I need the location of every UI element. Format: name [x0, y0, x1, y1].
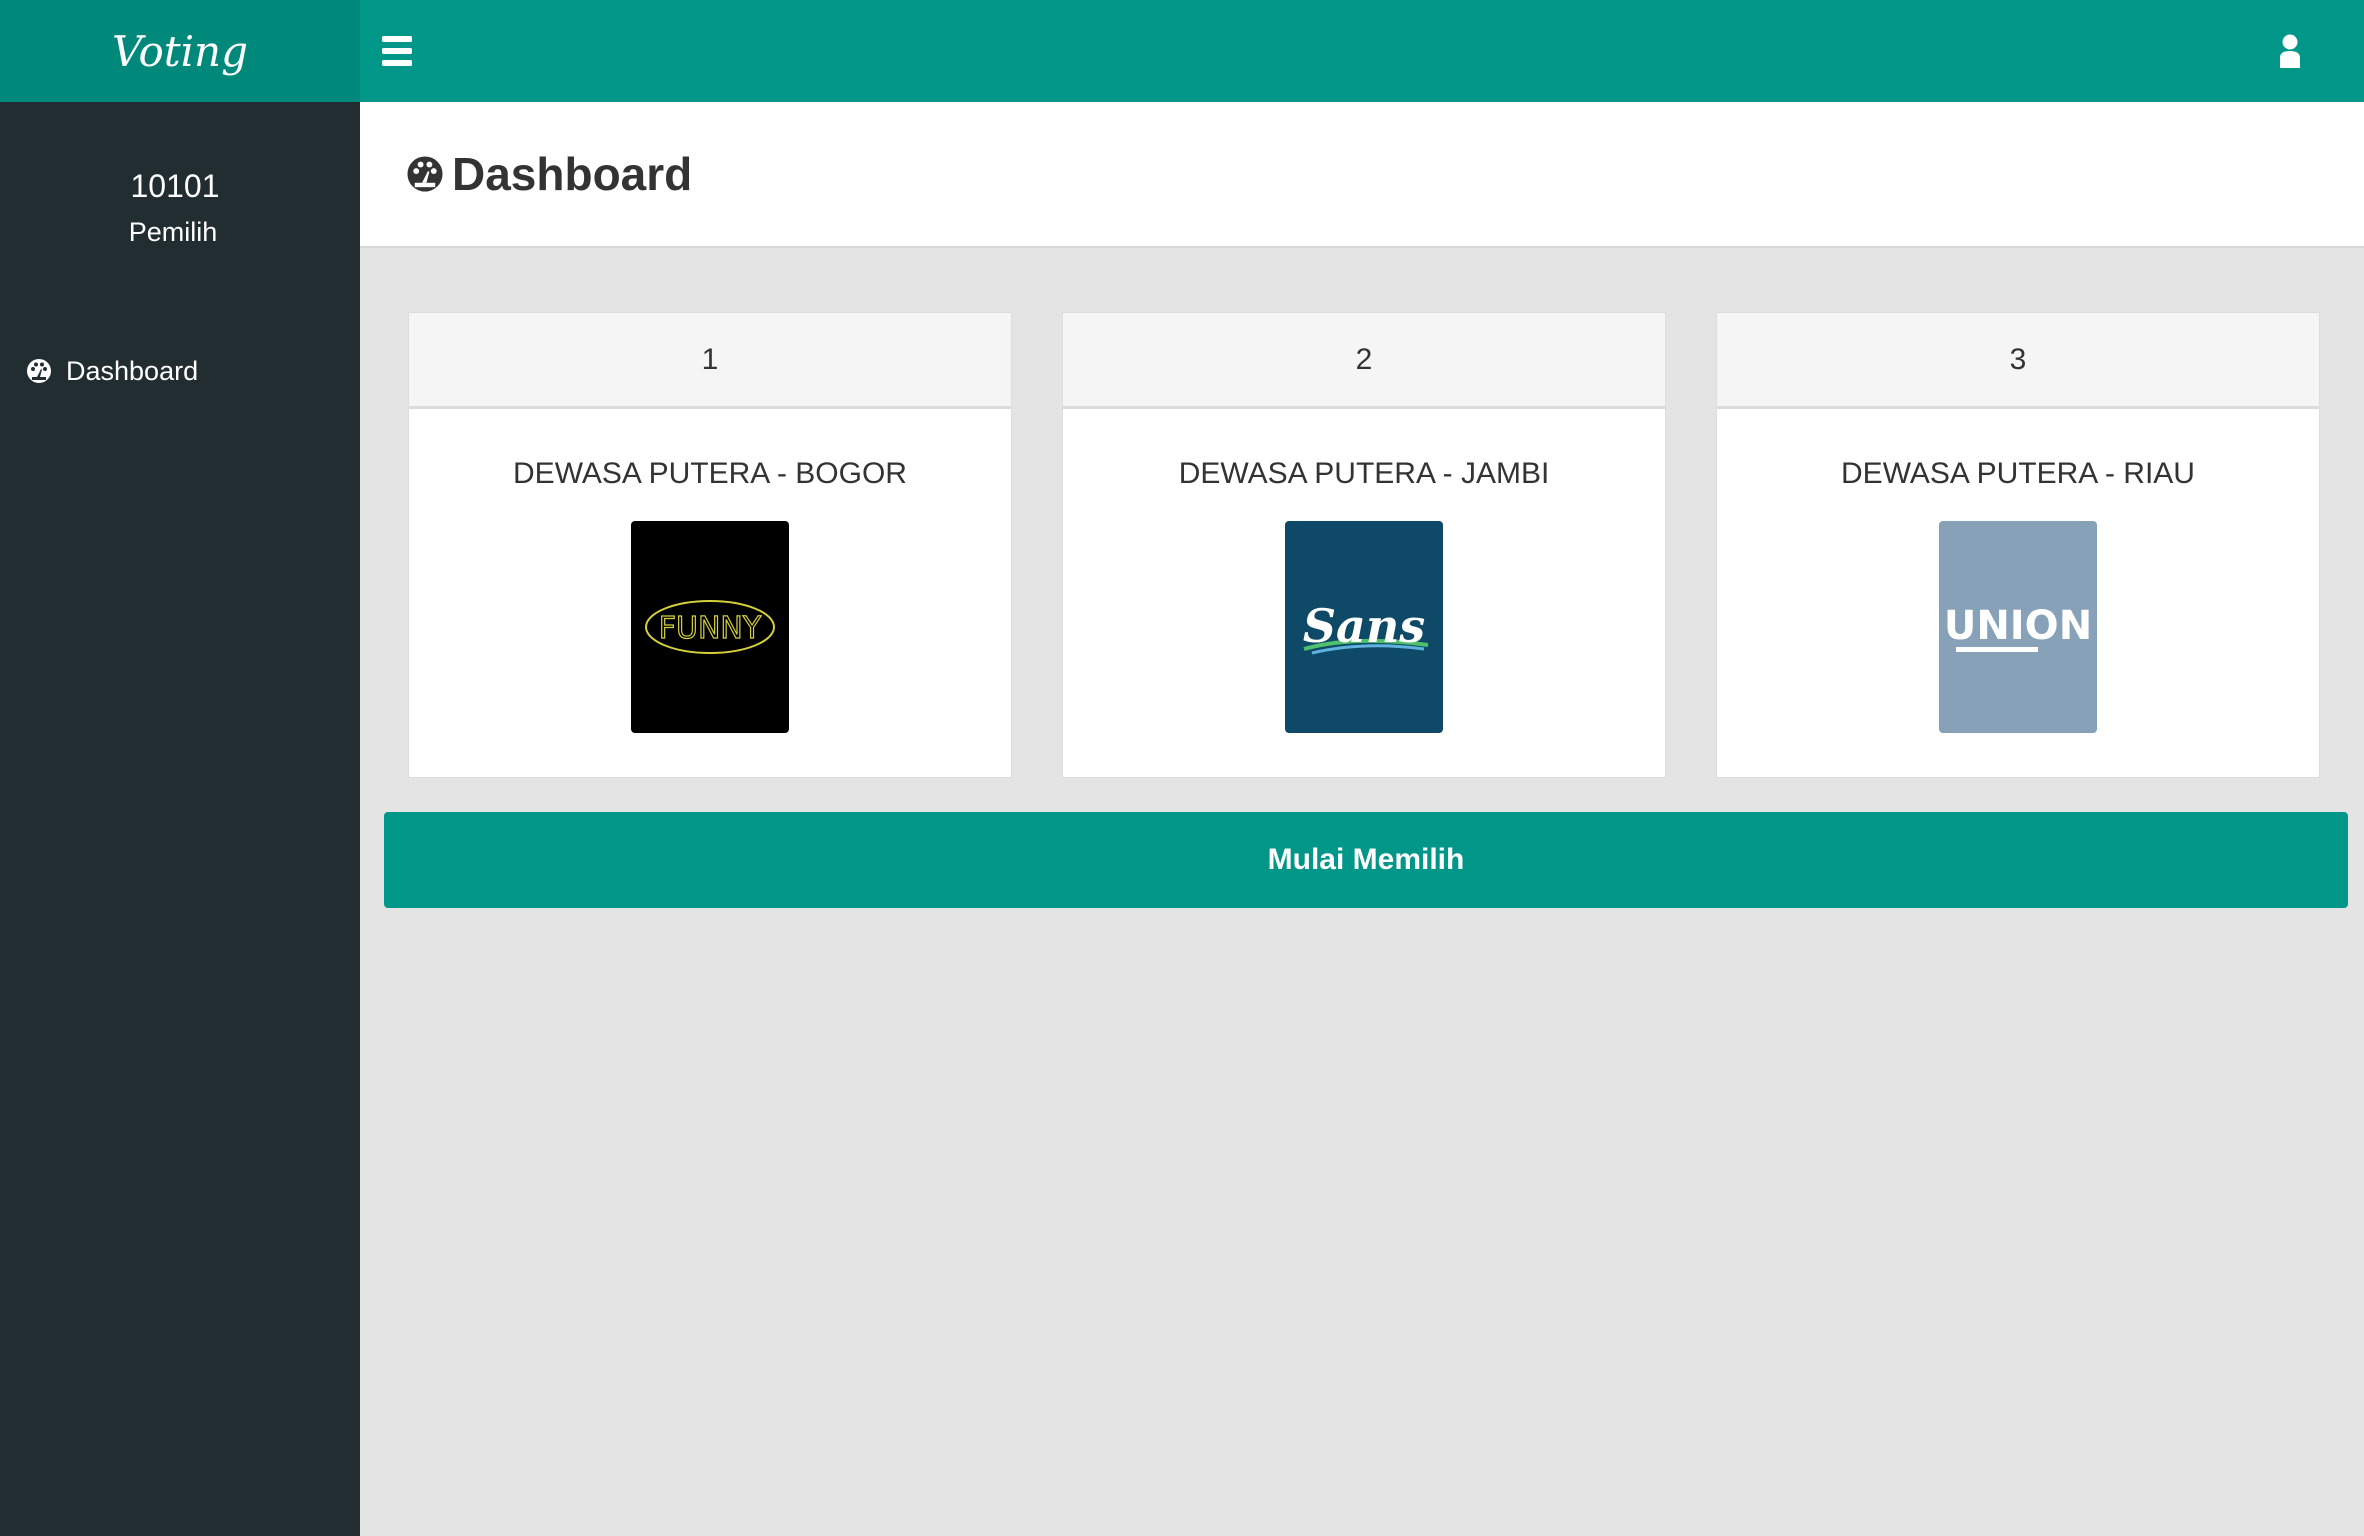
candidate-card: 3 DEWASA PUTERA - RIAU UNION [1716, 312, 2320, 778]
user-id: 10101 [130, 168, 220, 204]
dashboard-icon [27, 359, 51, 383]
candidate-card: 1 DEWASA PUTERA - BOGOR FUNNY [408, 312, 1012, 778]
hamburger-icon [382, 36, 412, 66]
user-panel: 10101 Pemilih [0, 102, 360, 248]
content-header: Dashboard [360, 102, 2364, 248]
svg-text:UNION: UNION [1946, 603, 2090, 649]
candidate-number: 2 [1063, 313, 1665, 409]
user-role: Pemilih [128, 217, 218, 247]
dashboard-icon [407, 156, 443, 192]
candidate-name: DEWASA PUTERA - BOGOR [513, 457, 907, 490]
sidebar: Voting 10101 Pemilih Dashboard [0, 0, 360, 1536]
start-voting-button[interactable]: Mulai Memilih [384, 812, 2348, 908]
brand-logo[interactable]: Voting [0, 0, 360, 102]
candidate-logo: Sans [1285, 521, 1443, 733]
union-logo-image: UNION [1946, 603, 2090, 652]
sidebar-toggle-button[interactable] [382, 34, 412, 68]
sidebar-nav: Dashboard [0, 348, 360, 394]
candidate-logo: UNION [1939, 521, 2097, 733]
user-menu-button[interactable] [2278, 34, 2302, 68]
candidate-card: 2 DEWASA PUTERA - JAMBI Sans [1062, 312, 1666, 778]
svg-text:Sans: Sans [1303, 599, 1425, 653]
sidebar-item-dashboard[interactable]: Dashboard [0, 348, 360, 394]
candidate-number: 3 [1717, 313, 2319, 409]
top-navbar [360, 0, 2364, 102]
svg-text:FUNNY: FUNNY [659, 611, 762, 646]
funny-logo-image: FUNNY [645, 600, 775, 654]
sidebar-item-label: Dashboard [66, 355, 199, 386]
candidate-number: 1 [409, 313, 1011, 409]
candidate-name: DEWASA PUTERA - JAMBI [1178, 457, 1550, 490]
candidate-name: DEWASA PUTERA - RIAU [1841, 457, 2195, 490]
candidate-logo: FUNNY [631, 521, 789, 733]
page-title: Dashboard [452, 148, 693, 200]
user-icon [2280, 34, 2300, 68]
sans-logo-image: Sans [1303, 599, 1429, 655]
